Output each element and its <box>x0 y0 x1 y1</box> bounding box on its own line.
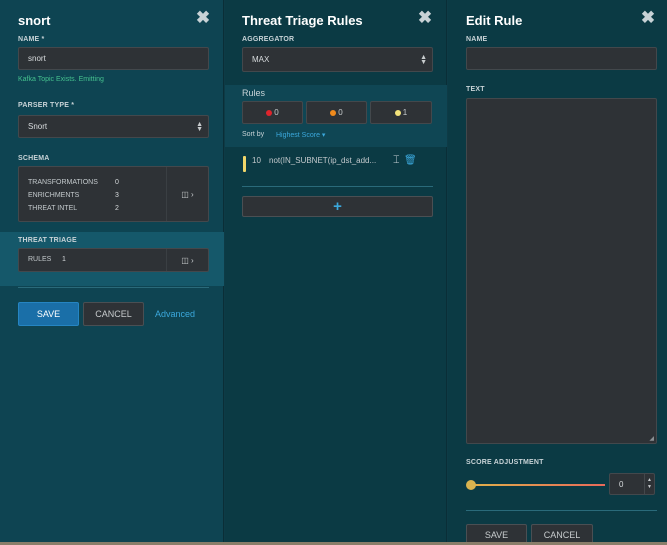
rule-name-input[interactable] <box>466 47 657 70</box>
orange-dot-icon <box>330 109 337 116</box>
aggregator-value: MAX <box>252 55 270 64</box>
rule-text-area[interactable]: ◢ <box>466 98 657 444</box>
parser-type-value: Snort <box>28 122 48 131</box>
severity-filter-high[interactable]: 0 <box>242 101 303 124</box>
rule-text: not(IN_SUBNET(ip_dst_add... <box>269 156 377 165</box>
aggregator-select[interactable]: MAX ▲ ▼ <box>242 47 433 72</box>
severity-count: 0 <box>274 108 279 117</box>
resize-handle-icon[interactable]: ◢ <box>649 435 654 442</box>
schema-expand-button[interactable]: ◫ › <box>166 167 208 221</box>
rule-severity-bar <box>243 156 246 172</box>
advanced-link[interactable]: Advanced <box>155 309 195 319</box>
rules-key: RULES <box>28 256 52 263</box>
severity-count: 1 <box>402 108 408 117</box>
panel-title: Threat Triage Rules <box>242 13 363 28</box>
parser-config-panel: snort ✖ NAME * snort Kafka Topic Exists.… <box>0 0 224 545</box>
columns-icon: ◫ › <box>181 255 194 265</box>
name-input[interactable]: snort <box>18 47 209 70</box>
close-icon[interactable]: ✖ <box>195 9 211 26</box>
plus-icon: + <box>333 198 342 215</box>
threat-triage-summary-box: RULES 1 ◫ › <box>18 248 209 272</box>
score-stepper[interactable]: 0 ▲ ▼ <box>609 473 655 495</box>
score-slider-track[interactable] <box>470 484 605 486</box>
edit-rule-panel: Edit Rule ✖ NAME TEXT ◢ SCORE ADJUSTMENT… <box>448 0 667 545</box>
yellow-dot-icon <box>394 109 401 116</box>
name-label: NAME * <box>18 36 45 43</box>
threat-triage-expand-button[interactable]: ◫ › <box>166 249 208 271</box>
add-rule-button[interactable]: + <box>242 196 433 217</box>
select-arrows-icon: ▲ ▼ <box>420 53 427 66</box>
panel-title: snort <box>18 13 51 28</box>
cancel-button[interactable]: CANCEL <box>83 302 144 326</box>
score-adjustment-label: SCORE ADJUSTMENT <box>466 459 544 466</box>
sort-by-dropdown[interactable]: Highest Score ▾ <box>276 131 325 139</box>
schema-summary-box: TRANSFORMATIONS 0 ENRICHMENTS 3 THREAT I… <box>18 166 209 222</box>
divider <box>466 510 657 511</box>
text-label: TEXT <box>466 86 485 93</box>
edit-rule-icon[interactable]: ⌶ <box>393 154 400 167</box>
select-arrows-icon: ▲ ▼ <box>196 120 203 133</box>
schema-key-threat-intel: THREAT INTEL <box>28 205 78 212</box>
panel-title: Edit Rule <box>466 13 523 28</box>
threat-triage-label: THREAT TRIAGE <box>18 237 77 244</box>
trash-icon[interactable]: 🗑︎ <box>404 155 417 166</box>
score-slider-handle[interactable] <box>466 480 476 490</box>
parser-type-select[interactable]: Snort ▲ ▼ <box>18 115 209 138</box>
rules-count: 1 <box>62 256 66 263</box>
schema-value-threat-intel: 2 <box>115 205 119 212</box>
divider <box>242 186 433 187</box>
severity-filter-medium[interactable]: 0 <box>306 101 367 124</box>
threat-triage-rules-panel: Threat Triage Rules ✖ AGGREGATOR MAX ▲ ▼ … <box>225 0 447 545</box>
score-value: 0 <box>619 480 624 489</box>
schema-key-enrichments: ENRICHMENTS <box>28 192 80 199</box>
rules-label: Rules <box>242 88 266 98</box>
schema-value-transformations: 0 <box>115 179 119 186</box>
rule-score: 10 <box>252 156 261 165</box>
divider <box>18 287 209 288</box>
name-label: NAME <box>466 36 488 43</box>
schema-label: SCHEMA <box>18 155 50 162</box>
close-icon[interactable]: ✖ <box>640 9 656 26</box>
severity-filter-low[interactable]: 1 <box>370 101 432 124</box>
red-dot-icon <box>266 109 273 116</box>
save-button[interactable]: SAVE <box>18 302 79 326</box>
sort-by-label: Sort by <box>242 131 265 138</box>
parser-type-label: PARSER TYPE * <box>18 102 75 109</box>
kafka-status-text: Kafka Topic Exists. Emitting <box>18 76 104 83</box>
close-icon[interactable]: ✖ <box>417 9 433 26</box>
severity-count: 0 <box>338 108 343 117</box>
aggregator-label: AGGREGATOR <box>242 36 295 43</box>
schema-value-enrichments: 3 <box>115 192 119 199</box>
stepper-arrows-icon[interactable]: ▲ ▼ <box>644 474 654 494</box>
columns-icon: ◫ › <box>181 189 194 199</box>
name-input-value: snort <box>28 54 46 63</box>
schema-key-transformations: TRANSFORMATIONS <box>28 179 98 186</box>
app-root: snort ✖ NAME * snort Kafka Topic Exists.… <box>0 0 667 545</box>
